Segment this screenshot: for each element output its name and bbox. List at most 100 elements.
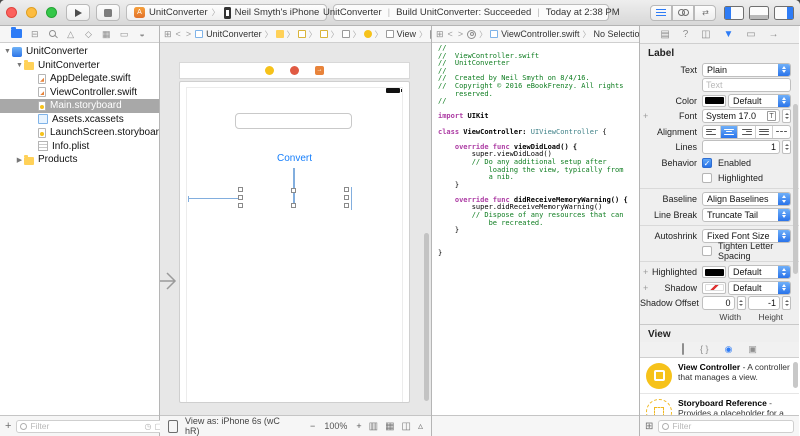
back-button[interactable]: < — [175, 29, 182, 39]
shadow-width-stepper[interactable] — [737, 296, 746, 310]
tree-row-group[interactable]: ▼ UnitConverter — [0, 59, 159, 73]
forward-button[interactable]: > — [185, 29, 192, 39]
baseline-popup[interactable]: Align Baselines — [702, 192, 791, 206]
exit-icon[interactable]: → — [315, 66, 324, 75]
resize-handle[interactable] — [344, 187, 349, 192]
file-inspector-tab[interactable]: ▤ — [660, 29, 669, 40]
zoom-in-button[interactable]: + — [356, 421, 361, 431]
plus-icon[interactable]: + — [643, 111, 648, 121]
lines-field[interactable]: 1 — [702, 140, 780, 154]
highlighted-popup[interactable]: Default — [728, 265, 791, 279]
code-snippet-library-tab[interactable]: { } — [700, 344, 709, 354]
tree-row-assets[interactable]: Assets.xcassets — [0, 113, 159, 127]
assistant-selection[interactable]: No Selection — [593, 29, 639, 39]
tree-row-project[interactable]: ▼ UnitConverter — [0, 45, 159, 59]
stop-button[interactable] — [96, 4, 120, 21]
pin-button[interactable]: ◫ — [402, 421, 411, 432]
code-lines[interactable]: //// ViewController.swift// UnitConverte… — [432, 43, 639, 415]
align-button[interactable]: ▦ — [385, 421, 394, 432]
tree-row-launchscreen[interactable]: LaunchScreen.storyboard — [0, 126, 159, 140]
tree-row-viewcontroller[interactable]: ViewController.swift — [0, 86, 159, 100]
shadow-popup[interactable]: Default — [728, 281, 791, 295]
tree-row-appdelegate[interactable]: AppDelegate.swift — [0, 72, 159, 86]
run-button[interactable] — [66, 4, 90, 21]
crumb-storyboard-base-icon[interactable] — [320, 30, 328, 38]
object-library-tab[interactable]: ◉ — [725, 344, 733, 355]
crumb-view-controller-icon[interactable] — [364, 30, 372, 38]
version-editor-button[interactable]: ⇄ — [694, 5, 716, 21]
toggle-inspector-button[interactable] — [774, 6, 794, 20]
crumb-group-icon[interactable] — [276, 30, 284, 38]
connections-inspector-tab[interactable]: → — [769, 29, 779, 40]
related-items-icon[interactable]: ⊞ — [164, 29, 172, 40]
convert-button[interactable]: Convert — [180, 153, 409, 164]
align-center-segment[interactable] — [721, 126, 739, 138]
close-window-button[interactable] — [6, 7, 17, 18]
minimize-window-button[interactable] — [26, 7, 37, 18]
resolve-autolayout-button[interactable]: ▵ — [418, 421, 423, 432]
lines-stepper[interactable] — [782, 140, 791, 154]
navigator-filter-field[interactable]: ◷ ▢ — [16, 420, 166, 433]
disclosure-icon[interactable]: ▼ — [3, 48, 12, 55]
shadow-height-stepper[interactable] — [782, 296, 791, 310]
toggle-navigator-button[interactable] — [724, 6, 744, 20]
debug-navigator-tab[interactable]: ▦ — [100, 29, 112, 40]
crumb-view-icon[interactable] — [386, 30, 394, 38]
scheme-selector[interactable]: A UnitConverter 〉 Neil Smyth's iPhone — [126, 4, 327, 21]
first-responder-icon[interactable] — [290, 66, 299, 75]
resize-handle[interactable] — [291, 203, 296, 208]
resize-handle[interactable] — [344, 195, 349, 200]
text-field[interactable] — [235, 113, 352, 129]
tighten-checkbox[interactable] — [702, 246, 712, 256]
linebreak-popup[interactable]: Truncate Tail — [702, 208, 791, 222]
resize-handle[interactable] — [238, 203, 243, 208]
issue-navigator-tab[interactable]: △ — [65, 29, 77, 40]
font-picker-icon[interactable]: T — [767, 111, 776, 121]
enabled-checkbox[interactable]: ✓ — [702, 158, 712, 168]
clock-icon[interactable]: ◷ — [144, 422, 151, 431]
identity-inspector-tab[interactable]: ◫ — [701, 29, 710, 40]
related-items-icon[interactable]: ⊞ — [436, 29, 444, 40]
add-button[interactable]: + — [5, 420, 11, 432]
device-icon[interactable] — [168, 420, 178, 433]
zoom-level[interactable]: 100% — [324, 421, 347, 431]
report-navigator-tab[interactable]: ◒ — [136, 29, 148, 39]
text-popup[interactable]: Plain — [702, 63, 791, 77]
standard-editor-button[interactable] — [650, 5, 672, 21]
resize-handle[interactable] — [238, 187, 243, 192]
source-control-tab[interactable]: ⊟ — [29, 29, 41, 40]
color-well[interactable] — [702, 95, 726, 107]
align-justify-segment[interactable] — [756, 126, 774, 138]
quick-help-tab[interactable]: ? — [683, 29, 689, 40]
toggle-debug-area-button[interactable] — [749, 6, 769, 20]
find-navigator-tab[interactable] — [47, 29, 59, 39]
view-controller-view[interactable]: Convert — [179, 81, 410, 403]
zoom-out-button[interactable]: − — [310, 421, 315, 431]
shadow-height-field[interactable]: -1 — [748, 296, 781, 310]
size-inspector-tab[interactable]: ▭ — [746, 29, 755, 40]
highlighted-color-well[interactable] — [702, 266, 726, 278]
view-controller-dock-icon[interactable] — [265, 66, 274, 75]
tree-row-products[interactable]: ▶ Products — [0, 153, 159, 167]
color-popup[interactable]: Default — [728, 94, 791, 108]
test-navigator-tab[interactable]: ◇ — [82, 29, 94, 40]
plus-icon[interactable]: + — [643, 267, 648, 277]
align-right-segment[interactable] — [738, 126, 756, 138]
font-stepper[interactable] — [782, 109, 791, 123]
shadow-color-well[interactable] — [702, 282, 726, 294]
library-item-storyboard-reference[interactable]: Storyboard Reference - Provides a placeh… — [640, 394, 799, 416]
crumb-project[interactable]: UnitConverter — [206, 29, 262, 39]
tree-row-main-storyboard[interactable]: Main.storyboard — [0, 99, 159, 113]
counterparts-icon[interactable] — [467, 30, 476, 39]
assistant-file[interactable]: ViewController.swift — [501, 29, 579, 39]
crumb-scene-icon[interactable] — [342, 30, 350, 38]
filter-input[interactable] — [30, 421, 141, 431]
file-template-library-tab[interactable] — [682, 344, 684, 354]
shadow-width-field[interactable]: 0 — [702, 296, 735, 310]
crumb-view[interactable]: View — [397, 29, 416, 39]
attributes-inspector-tab[interactable]: ▼ — [723, 29, 733, 40]
view-as-label[interactable]: View as: iPhone 6s (wC hR) — [185, 416, 289, 436]
crumb-storyboard-icon[interactable] — [298, 30, 306, 38]
storyboard-canvas[interactable]: → Convert — [160, 43, 431, 415]
initial-view-controller-arrow[interactable] — [160, 271, 182, 291]
